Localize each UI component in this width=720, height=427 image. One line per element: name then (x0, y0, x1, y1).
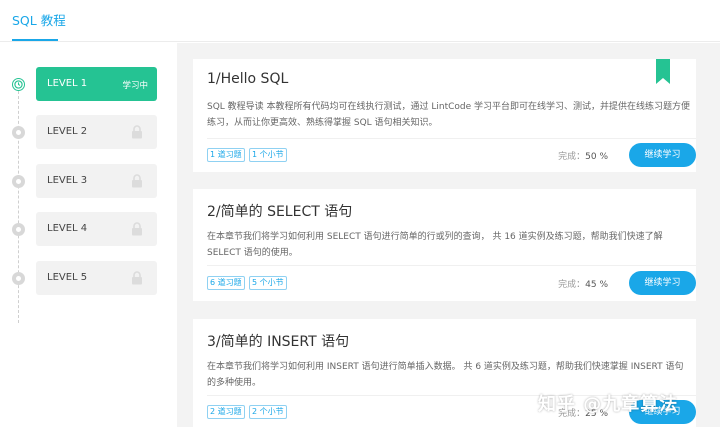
chapter-title[interactable]: 1/Hello SQL (207, 71, 288, 87)
timeline-node-level-2 (12, 126, 25, 139)
top-bar: SQL 教程 (0, 0, 720, 42)
chapter-description: 在本章节我们将学习如何利用 SELECT 语句进行简单的行或列的查询， 共 16… (207, 232, 663, 258)
section-count-tag: 1 个小节 (249, 148, 287, 162)
lock-icon (132, 174, 142, 188)
timeline-node-level-5 (12, 272, 25, 285)
tab-sql-tutorial[interactable]: SQL 教程 (12, 10, 66, 29)
level-label: LEVEL 4 (47, 223, 88, 234)
watermark-text: 知乎 @九章算法 (538, 394, 679, 415)
level-label: LEVEL 5 (47, 272, 88, 283)
lock-icon (132, 271, 142, 285)
level-label: LEVEL 2 (47, 126, 88, 137)
sidebar-item-level-5[interactable]: LEVEL 5 (36, 261, 157, 295)
exercise-count-tag: 2 道习题 (207, 405, 245, 419)
section-count-tag: 2 个小节 (249, 405, 287, 419)
sidebar-item-level-3[interactable]: LEVEL 3 (36, 164, 157, 198)
progress-text: 完成：45 % (558, 277, 608, 290)
progress-label: 完成： (558, 280, 586, 290)
progress-text: 完成：50 % (558, 149, 608, 162)
card-divider (207, 265, 696, 266)
chapter-title[interactable]: 3/简单的 INSERT 语句 (207, 331, 349, 351)
timeline-node-level-3 (12, 175, 25, 188)
chapter-description: 在本章节我们将学习如何利用 INSERT 语句进行简单插入数据。 共 6 道实例… (207, 362, 684, 388)
lock-icon (132, 222, 142, 236)
progress-value: 50 % (585, 152, 608, 162)
continue-learning-button[interactable]: 继续学习 (629, 271, 696, 295)
chapter-card-2[interactable]: 2/简单的 SELECT 语句 在本章节我们将学习如何利用 SELECT 语句进… (193, 189, 696, 301)
timeline-node-level-4 (12, 223, 25, 236)
learning-status-badge: 学习中 (122, 81, 148, 91)
lock-icon (132, 125, 142, 139)
level-sidebar: LEVEL 1 学习中 LEVEL 2 LEVEL 3 LEVEL 4 LEVE… (0, 43, 176, 427)
chapter-card-1[interactable]: 1/Hello SQL SQL 教程导读 本教程所有代码均可在线执行测试，通过 … (193, 59, 696, 172)
timeline-node-level-1 (12, 78, 25, 91)
active-tab-indicator (12, 39, 58, 41)
chapter-description: SQL 教程导读 本教程所有代码均可在线执行测试，通过 LintCode 学习平… (207, 102, 691, 128)
sidebar-item-level-4[interactable]: LEVEL 4 (36, 212, 157, 246)
sidebar-item-level-2[interactable]: LEVEL 2 (36, 115, 157, 149)
level-label: LEVEL 1 (47, 78, 88, 89)
progress-value: 45 % (585, 280, 608, 290)
exercise-count-tag: 1 道习题 (207, 148, 245, 162)
level-label: LEVEL 3 (47, 175, 88, 186)
card-divider (207, 138, 696, 139)
chapter-title[interactable]: 2/简单的 SELECT 语句 (207, 201, 352, 221)
progress-label: 完成： (558, 152, 586, 162)
sidebar-item-level-1[interactable]: LEVEL 1 学习中 (36, 67, 157, 101)
exercise-count-tag: 6 道习题 (207, 276, 245, 290)
chapter-list: 1/Hello SQL SQL 教程导读 本教程所有代码均可在线执行测试，通过 … (177, 43, 720, 427)
bookmark-icon (656, 59, 670, 84)
continue-learning-button[interactable]: 继续学习 (629, 143, 696, 167)
section-count-tag: 5 个小节 (249, 276, 287, 290)
clock-icon (14, 80, 23, 89)
